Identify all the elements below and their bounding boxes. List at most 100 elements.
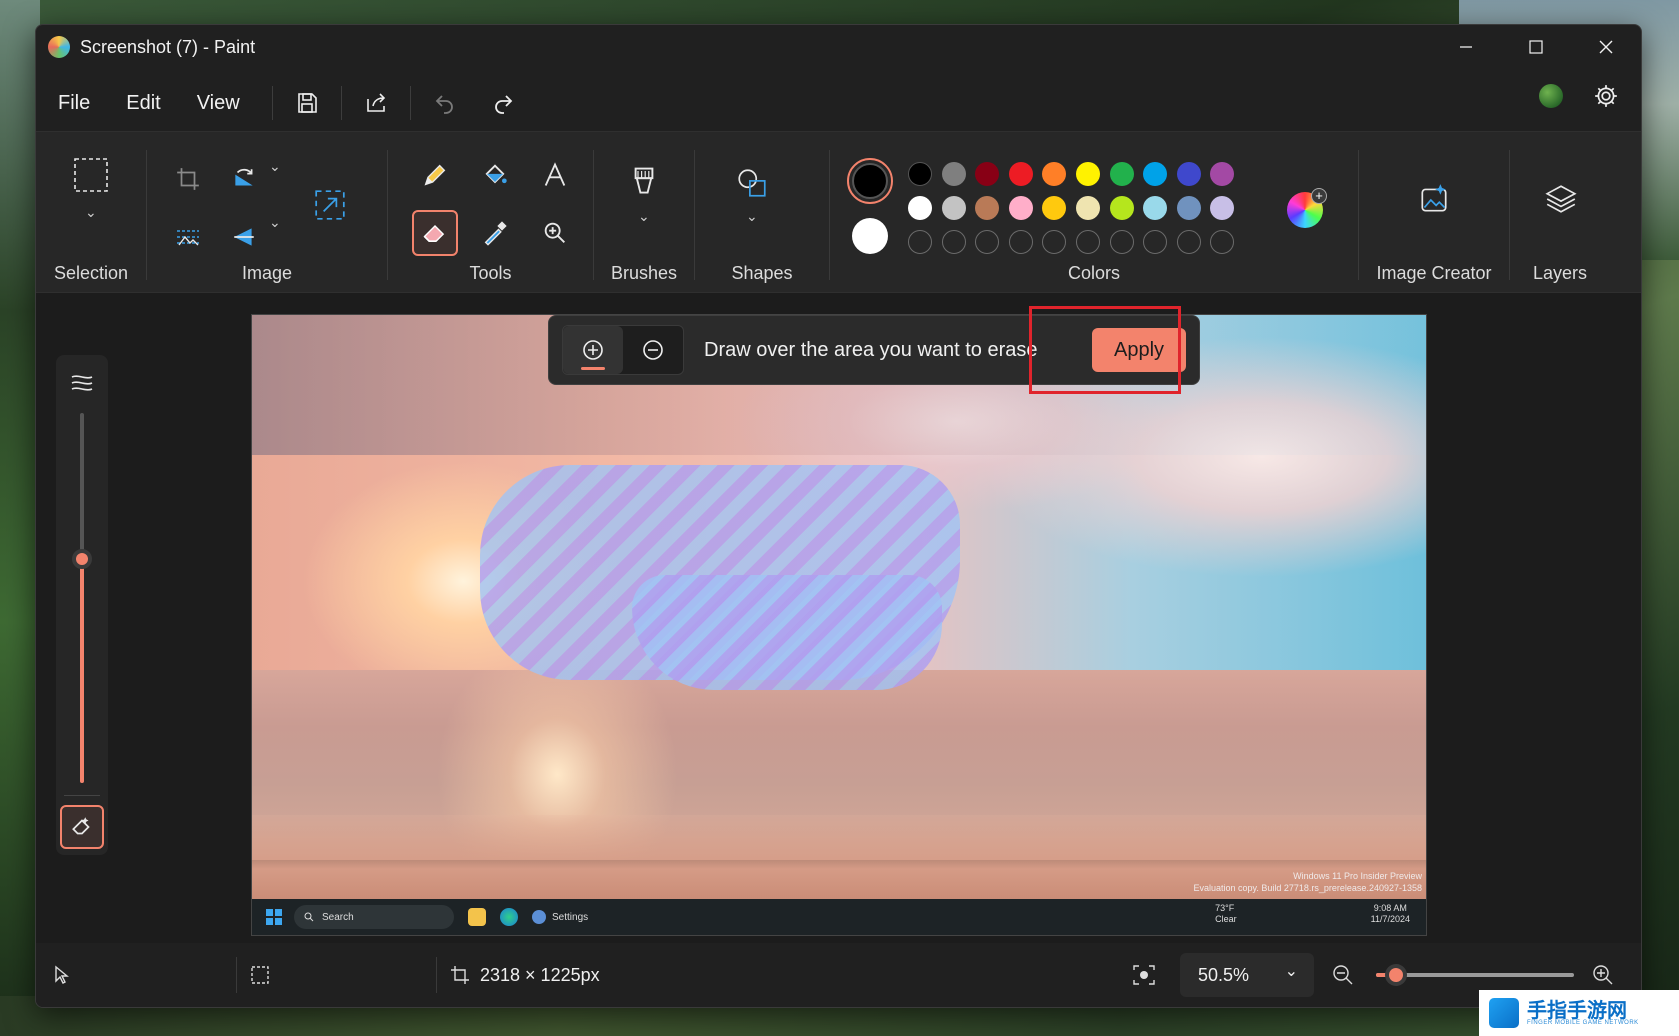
size-slider-thumb[interactable] — [72, 549, 92, 569]
color-swatch[interactable] — [1109, 196, 1134, 220]
custom-color-slot[interactable] — [941, 230, 966, 254]
color-picker-button[interactable] — [472, 210, 518, 256]
shapes-chevron-down-icon[interactable]: ⌄ — [746, 208, 758, 225]
select-all-background-button[interactable] — [165, 214, 211, 260]
selection-button[interactable] — [68, 152, 114, 198]
custom-color-slot[interactable] — [1176, 230, 1201, 254]
primary-color-swatch[interactable] — [847, 158, 893, 204]
color-swatch[interactable] — [1008, 196, 1033, 220]
fit-to-window-button[interactable] — [1132, 943, 1156, 1007]
color-swatch[interactable] — [941, 196, 966, 220]
eraser-button[interactable] — [412, 210, 458, 256]
fill-button[interactable] — [472, 152, 518, 198]
size-slider-fill — [80, 559, 84, 783]
brushes-button[interactable] — [621, 160, 667, 206]
flip-chevron-down-icon[interactable]: ⌄ — [269, 214, 281, 231]
custom-color-slot[interactable] — [1008, 230, 1033, 254]
color-swatch[interactable] — [1042, 162, 1067, 186]
add-color-icon: + — [1311, 188, 1327, 204]
account-avatar[interactable] — [1539, 84, 1563, 108]
brushes-group: ⌄ Brushes — [594, 132, 694, 294]
rotate-button[interactable] — [221, 156, 267, 202]
menu-edit[interactable]: Edit — [108, 83, 178, 123]
color-swatch[interactable] — [1143, 162, 1168, 186]
color-swatch[interactable] — [908, 196, 932, 220]
custom-color-slot[interactable] — [908, 230, 932, 254]
erase-instruction-text: Draw over the area you want to erase — [704, 338, 1038, 361]
custom-color-slot[interactable] — [1143, 230, 1168, 254]
color-swatch[interactable] — [1109, 162, 1134, 186]
zoom-out-button[interactable] — [1332, 943, 1354, 1007]
redo-button[interactable] — [483, 83, 523, 123]
image-creator-icon — [1421, 184, 1447, 212]
custom-color-slot[interactable] — [1042, 230, 1067, 254]
site-logo-text: 手指手游网 — [1527, 998, 1627, 1022]
crop-button[interactable] — [165, 156, 211, 202]
minimize-button[interactable] — [1431, 25, 1501, 69]
zoom-slider-thumb[interactable] — [1384, 964, 1407, 986]
color-swatch[interactable] — [1176, 196, 1201, 220]
fit-to-window-icon — [1133, 965, 1155, 985]
zoom-dropdown[interactable]: 50.5% ⌄ — [1180, 953, 1314, 997]
close-button[interactable] — [1571, 25, 1641, 69]
color-swatch[interactable] — [975, 196, 1000, 220]
brushes-chevron-down-icon[interactable]: ⌄ — [638, 208, 650, 225]
tools-group-label: Tools — [469, 263, 512, 283]
clock-time: 9:08 AM — [1373, 903, 1407, 913]
color-swatch[interactable] — [1210, 196, 1235, 220]
magnifier-button[interactable] — [532, 210, 578, 256]
close-icon — [1599, 40, 1613, 54]
colors-group-label: Colors — [1067, 263, 1120, 283]
weather-widget: 73°F Clear — [1215, 903, 1237, 925]
custom-color-slot[interactable] — [975, 230, 1000, 254]
pointer-position — [52, 943, 72, 1007]
secondary-color-swatch[interactable] — [852, 218, 888, 254]
custom-color-slot[interactable] — [1076, 230, 1100, 254]
paint-window: Screenshot (7) - Paint File Edit View ⌄ … — [35, 24, 1642, 1008]
text-button[interactable] — [532, 152, 578, 198]
menu-view[interactable]: View — [179, 83, 258, 123]
color-swatch[interactable] — [1076, 196, 1100, 220]
brushes-group-label: Brushes — [610, 263, 678, 283]
custom-color-slot[interactable] — [1109, 230, 1134, 254]
image-group: ⌄ ⌄ Image — [147, 132, 387, 294]
zoom-slider-track[interactable] — [1376, 964, 1574, 986]
menu-file[interactable]: File — [40, 83, 108, 123]
resize-button[interactable] — [307, 182, 353, 228]
pencil-button[interactable] — [412, 152, 458, 198]
share-button[interactable] — [356, 83, 396, 123]
color-swatch[interactable] — [1143, 196, 1168, 220]
remove-area-button[interactable] — [623, 326, 683, 374]
shapes-button[interactable] — [729, 160, 775, 206]
image-creator-button[interactable] — [1411, 176, 1457, 222]
color-swatch[interactable] — [1042, 196, 1067, 220]
edge-browser-icon — [500, 908, 518, 926]
windows-start-icon — [266, 909, 282, 925]
rectangle-selection-icon — [74, 158, 108, 192]
color-swatch[interactable] — [1008, 162, 1033, 186]
taskbar-settings-label: Settings — [552, 911, 589, 923]
custom-color-slot[interactable] — [1210, 230, 1235, 254]
color-swatch[interactable] — [1176, 162, 1201, 186]
rotate-chevron-down-icon[interactable]: ⌄ — [269, 158, 281, 175]
flip-button[interactable] — [221, 214, 267, 260]
layers-button[interactable] — [1538, 176, 1584, 222]
maximize-button[interactable] — [1501, 25, 1571, 69]
color-swatch[interactable] — [1210, 162, 1235, 186]
canvas-image[interactable]: Windows 11 Pro Insider Preview Evaluatio… — [251, 314, 1427, 936]
primary-color-fill — [852, 163, 888, 199]
add-area-button[interactable] — [563, 326, 623, 374]
color-swatch[interactable] — [941, 162, 966, 186]
watermark-line: Windows 11 Pro Insider Preview — [1293, 871, 1422, 881]
color-swatch[interactable] — [975, 162, 1000, 186]
color-swatch[interactable] — [1076, 162, 1100, 186]
ribbon-toolbar: ⌄ Selection ⌄ ⌄ Image Tools ⌄ Brushes ⌄ … — [36, 131, 1641, 293]
color-swatch[interactable] — [908, 162, 932, 186]
save-button[interactable] — [287, 83, 327, 123]
selection-chevron-down-icon[interactable]: ⌄ — [85, 204, 97, 221]
magnifier-icon — [544, 222, 565, 243]
settings-gear-icon[interactable] — [1593, 83, 1619, 109]
layers-group: Layers — [1510, 132, 1610, 294]
undo-button[interactable] — [425, 83, 465, 123]
generative-erase-button[interactable] — [60, 805, 104, 849]
